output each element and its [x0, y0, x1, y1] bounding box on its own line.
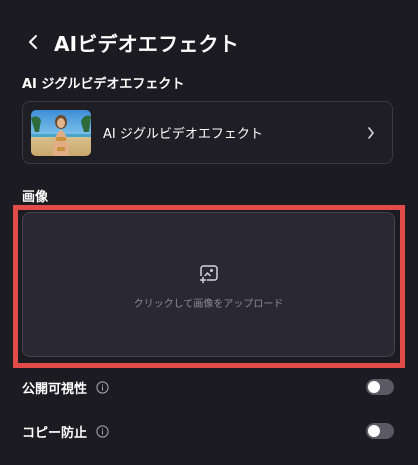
- effect-section-label: AI ジグルビデオエフェクト: [22, 77, 185, 92]
- image-section-label: 画像: [22, 190, 49, 205]
- image-upload-area[interactable]: クリックして画像をアップロード: [22, 212, 395, 357]
- upload-hint-text: クリックして画像をアップロード: [133, 299, 284, 310]
- info-icon[interactable]: [95, 380, 109, 394]
- effect-name: AI ジグルビデオエフェクト: [103, 127, 263, 142]
- toggle-knob: [368, 425, 380, 437]
- copy-protection-toggle[interactable]: [366, 423, 394, 439]
- public-visibility-row: 公開可視性: [22, 375, 394, 399]
- header: AIビデオエフェクト: [22, 24, 239, 60]
- public-visibility-label: 公開可視性: [22, 381, 88, 397]
- ai-video-effect-panel: AIビデオエフェクト AI ジグルビデオエフェクト AI ジグルビデオエフェクト…: [0, 0, 418, 465]
- chevron-left-icon: [29, 35, 37, 49]
- image-add-icon: [198, 263, 220, 285]
- back-button[interactable]: [22, 31, 44, 53]
- chevron-right-icon: [362, 124, 380, 142]
- public-visibility-toggle[interactable]: [366, 379, 394, 395]
- effect-select-card[interactable]: AI ジグルビデオエフェクト: [22, 101, 393, 164]
- info-icon[interactable]: [95, 424, 109, 438]
- copy-protection-label: コピー防止: [22, 425, 88, 441]
- copy-protection-row: コピー防止: [22, 419, 394, 443]
- page-title: AIビデオエフェクト: [54, 31, 239, 56]
- effect-thumbnail: [31, 109, 91, 156]
- toggle-knob: [368, 381, 380, 393]
